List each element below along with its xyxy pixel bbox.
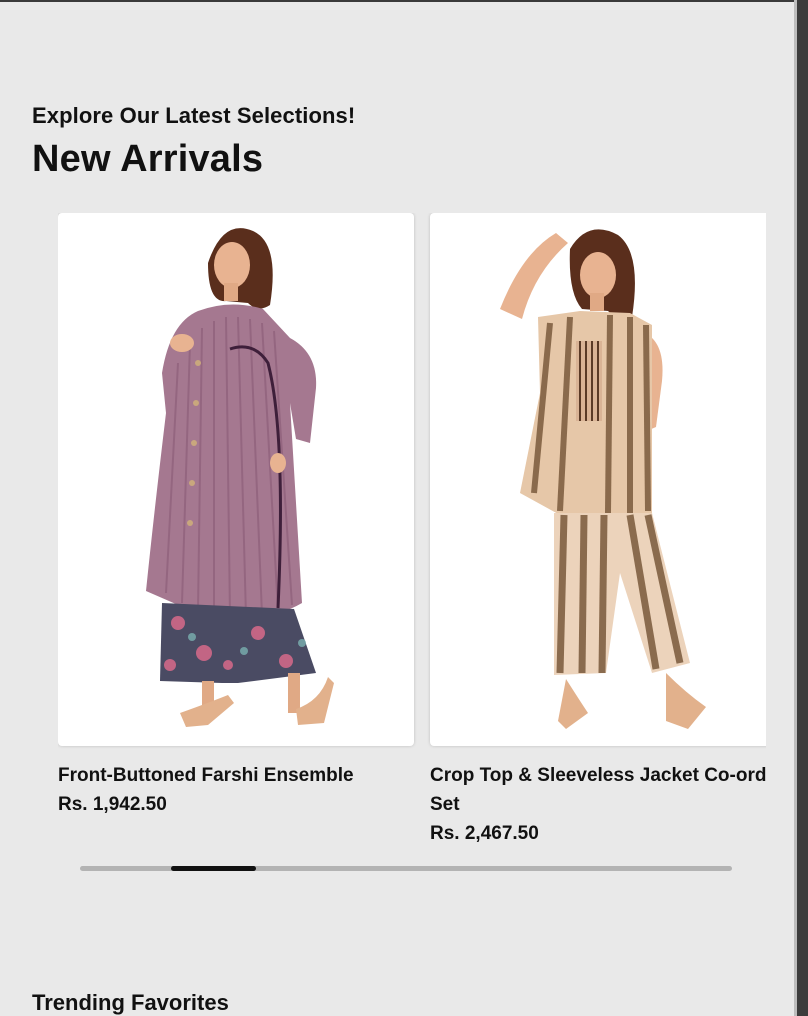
product-card[interactable]: Front-Buttoned Farshi Ensemble Rs. 1,942…	[58, 213, 414, 819]
section-title: New Arrivals	[32, 138, 264, 180]
carousel-scrollbar[interactable]	[80, 866, 732, 871]
model-coord-set-illustration	[500, 229, 706, 729]
product-price: Rs. 1,942.50	[58, 794, 167, 815]
product-card[interactable]: Crop Top & Sleeveless Jacket Co-ord Set …	[430, 213, 766, 848]
product-title[interactable]: Front-Buttoned Farshi Ensemble	[58, 761, 414, 790]
window-edge	[794, 0, 808, 1016]
section-kicker: Explore Our Latest Selections!	[32, 103, 356, 128]
product-image[interactable]	[430, 213, 766, 746]
product-title[interactable]: Crop Top & Sleeveless Jacket Co-ord Set	[430, 761, 766, 819]
carousel-scroll-thumb[interactable]	[171, 866, 256, 871]
model-kurta-farshi-illustration	[146, 228, 334, 727]
product-price: Rs. 2,467.50	[430, 823, 539, 844]
product-image[interactable]	[58, 213, 414, 746]
top-border	[0, 0, 808, 2]
trending-section-title: Trending Favorites	[32, 990, 229, 1015]
product-carousel[interactable]: Front-Buttoned Farshi Ensemble Rs. 1,942…	[58, 213, 766, 853]
